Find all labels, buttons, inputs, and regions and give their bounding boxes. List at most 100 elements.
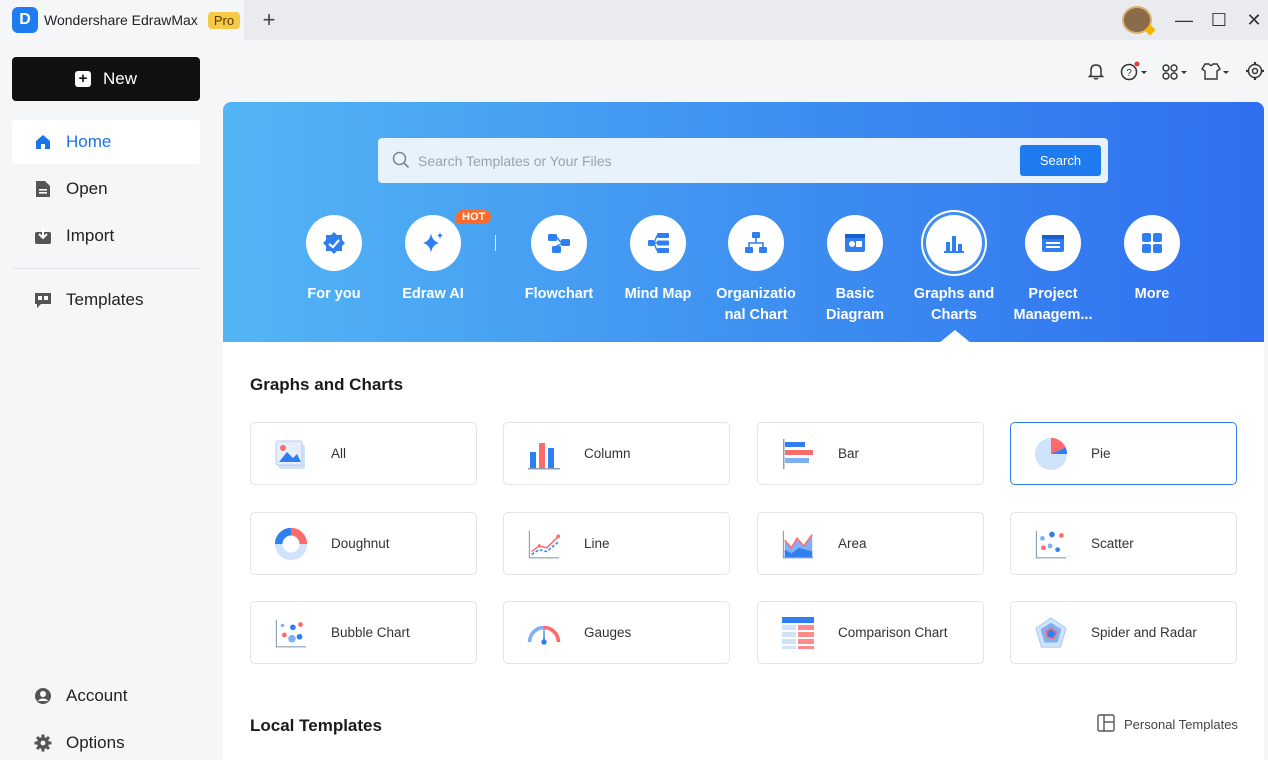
chart-type-card-doughnut[interactable]: Doughnut [250, 512, 477, 575]
category-label: Project Managem... [1013, 286, 1093, 323]
selected-category-indicator [939, 330, 971, 342]
new-tab-button[interactable]: + [258, 6, 280, 34]
card-label: Scatter [1091, 536, 1134, 551]
for-you-icon [306, 215, 362, 271]
sidebar-item-templates[interactable]: Templates [12, 278, 200, 322]
search-icon [392, 151, 410, 174]
search-button[interactable]: Search [1020, 145, 1101, 176]
plus-icon: + [74, 71, 91, 87]
radar-chart-icon [1033, 615, 1069, 651]
category-label: Graphs and Charts [913, 286, 995, 323]
settings-icon[interactable] [1244, 60, 1266, 82]
chart-type-card-bubble[interactable]: Bubble Chart [250, 601, 477, 664]
org-chart-icon [728, 215, 784, 271]
card-label: Bubble Chart [331, 625, 410, 640]
category-basic-diagram[interactable]: Basic Diagram [805, 215, 905, 326]
category-for-you[interactable]: For you [284, 215, 384, 305]
chart-type-card-column[interactable]: Column [503, 422, 730, 485]
category-mind-map[interactable]: Mind Map [608, 215, 708, 305]
all-charts-icon [273, 436, 309, 472]
search-input[interactable] [418, 138, 1008, 183]
doughnut-chart-icon [273, 526, 309, 562]
card-label: Doughnut [331, 536, 390, 551]
new-button-label: New [102, 69, 137, 88]
sidebar-item-label: Home [66, 132, 112, 151]
category-graphs-and-charts[interactable]: Graphs and Charts [904, 215, 1004, 326]
sidebar-item-account[interactable]: Account [12, 674, 200, 718]
card-label: Line [584, 536, 610, 551]
svg-text:?: ? [1126, 68, 1132, 79]
category-flowchart[interactable]: Flowchart [509, 215, 609, 305]
search-box: Search [378, 138, 1108, 183]
personal-templates-link[interactable]: Personal Templates [1097, 714, 1238, 735]
bubble-chart-icon [273, 615, 309, 651]
pie-chart-icon [1033, 436, 1069, 472]
chart-type-card-area[interactable]: Area [757, 512, 984, 575]
category-org-chart[interactable]: Organizatio nal Chart [706, 215, 806, 326]
bar-chart-icon [780, 436, 816, 472]
apps-icon[interactable] [1160, 60, 1190, 82]
bar-chart-icon [926, 215, 982, 271]
chart-type-card-scatter[interactable]: Scatter [1010, 512, 1237, 575]
import-icon [34, 227, 52, 245]
chart-type-card-comparison[interactable]: Comparison Chart [757, 601, 984, 664]
file-icon [34, 180, 52, 198]
chart-type-card-line[interactable]: Line [503, 512, 730, 575]
card-label: Pie [1091, 446, 1111, 461]
new-button[interactable]: + New [12, 57, 200, 101]
chart-type-card-bar[interactable]: Bar [757, 422, 984, 485]
close-button[interactable]: ✕ [1242, 8, 1266, 32]
sidebar-item-open[interactable]: Open [12, 167, 200, 211]
sidebar-item-label: Open [66, 179, 108, 198]
flowchart-icon [531, 215, 587, 271]
sidebar-item-label: Templates [66, 290, 144, 309]
help-icon[interactable]: ? [1120, 60, 1150, 82]
sidebar-item-import[interactable]: Import [12, 214, 200, 258]
category-label: Flowchart [524, 286, 594, 302]
card-label: Area [838, 536, 867, 551]
category-more[interactable]: More [1102, 215, 1202, 305]
sidebar-item-home[interactable]: Home [12, 120, 200, 164]
minimize-button[interactable]: — [1172, 8, 1196, 32]
category-label: Organizatio nal Chart [716, 286, 796, 323]
pro-badge: Pro [207, 11, 241, 29]
category-label: Basic Diagram [825, 286, 885, 323]
account-icon [34, 687, 52, 705]
main-content: Graphs and Charts All Column Bar Pie Dou… [223, 342, 1264, 760]
sidebar-item-label: Options [66, 733, 125, 752]
hero-banner: Search HOT For you Edraw AI Flowchart Mi… [223, 102, 1264, 342]
section-title: Graphs and Charts [250, 375, 404, 394]
app-tab[interactable]: D Wondershare EdrawMax Pro [0, 0, 244, 40]
gauge-icon [526, 615, 562, 651]
chart-type-card-gauges[interactable]: Gauges [503, 601, 730, 664]
card-label: Comparison Chart [838, 625, 948, 640]
card-label: Bar [838, 446, 860, 461]
mindmap-icon [630, 215, 686, 271]
maximize-button[interactable]: ☐ [1207, 8, 1231, 32]
sidebar-item-label: Import [66, 226, 115, 245]
chart-type-card-pie[interactable]: Pie [1010, 422, 1237, 485]
basic-diagram-icon [827, 215, 883, 271]
chart-type-card-radar[interactable]: Spider and Radar [1010, 601, 1237, 664]
line-chart-icon [526, 526, 562, 562]
bell-icon[interactable] [1085, 60, 1107, 82]
card-label: Spider and Radar [1091, 625, 1197, 640]
shirt-icon[interactable] [1199, 60, 1231, 82]
user-avatar[interactable] [1122, 6, 1152, 34]
category-label: Edraw AI [402, 286, 464, 302]
gear-icon [34, 734, 52, 752]
templates-icon [34, 291, 52, 309]
category-project-management[interactable]: Project Managem... [1003, 215, 1103, 326]
category-divider [495, 235, 496, 251]
local-templates-title: Local Templates [250, 716, 382, 735]
category-edraw-ai[interactable]: Edraw AI [383, 215, 483, 305]
chart-type-card-all[interactable]: All [250, 422, 477, 485]
card-label: Gauges [584, 625, 632, 640]
sidebar-item-options[interactable]: Options [12, 721, 200, 760]
layout-icon [1097, 714, 1115, 735]
sidebar-divider [12, 268, 200, 269]
sidebar: + New Home Open Import Templates Account [0, 40, 214, 760]
column-chart-icon [526, 436, 562, 472]
sidebar-item-label: Account [66, 686, 128, 705]
personal-templates-label: Personal Templates [1124, 717, 1238, 732]
